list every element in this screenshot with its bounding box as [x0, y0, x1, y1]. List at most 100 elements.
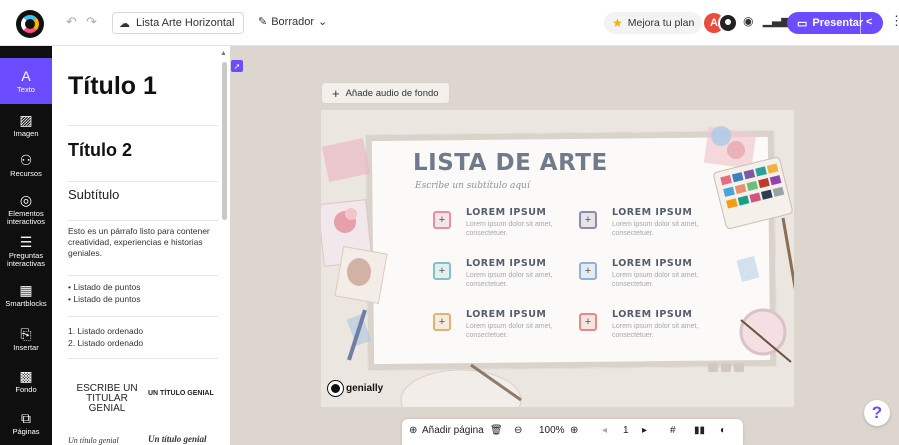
text-icon: A — [21, 68, 31, 84]
item-heading: LOREM IPSUM — [466, 207, 547, 218]
next-page-icon[interactable]: ▸ — [642, 425, 647, 436]
top-bar: ↶ ↷ ☁ Lista Arte Horizontal ✎ Borrador ⌄… — [0, 0, 899, 46]
list-item[interactable]: + LOREM IPSUM Lorem ipsum dolor sit amet… — [433, 309, 573, 345]
scrollbar[interactable] — [222, 62, 227, 220]
item-text: Lorem ipsum dolor sit amet, consectetuer… — [466, 323, 553, 339]
slide-control-icon[interactable] — [734, 363, 744, 372]
list-item[interactable]: + LOREM IPSUM Lorem ipsum dolor sit amet… — [579, 258, 719, 294]
item-text: Lorem ipsum dolor sit amet, consectetuer… — [466, 221, 553, 237]
layout-icon[interactable]: ▮▮ — [694, 425, 705, 436]
page-number: 1 — [623, 425, 629, 436]
delete-page-icon[interactable]: 🗑 — [490, 425, 503, 436]
title2-sample: Título 2 — [68, 140, 132, 160]
slide-subtitle[interactable]: Escribe un subtítulo aquí — [415, 181, 530, 191]
star-icon: ★ — [612, 16, 623, 30]
sidebar-item-texto[interactable]: A Texto — [0, 58, 52, 104]
item-heading: LOREM IPSUM — [466, 309, 547, 320]
sidebar-item-label: Insertar — [13, 343, 39, 352]
avatar-collaborator[interactable] — [718, 13, 738, 33]
divider — [860, 12, 861, 34]
grid-icon[interactable]: # — [670, 425, 676, 436]
item-box: + — [433, 313, 451, 331]
ordered-list-style[interactable]: 1. Listado ordenado 2. Listado ordenado — [68, 325, 218, 359]
genially-logo-icon — [328, 381, 343, 396]
list-item: 1. Listado ordenado — [68, 326, 144, 336]
more-menu-icon[interactable]: ⋮ — [890, 13, 899, 29]
list-item: • Listado de puntos — [68, 282, 141, 292]
sidebar-item-imagen[interactable]: ▨ Imagen — [0, 112, 52, 138]
background-icon: ▩ — [19, 368, 33, 384]
upgrade-button[interactable]: ★ Mejora tu plan — [604, 12, 703, 34]
list-item[interactable]: + LOREM IPSUM Lorem ipsum dolor sit amet… — [579, 207, 719, 243]
presentation-title-field[interactable]: ☁ Lista Arte Horizontal — [112, 12, 244, 34]
item-text: Lorem ipsum dolor sit amet, consectetuer… — [612, 323, 699, 339]
preview-eye-icon[interactable]: ◉ — [743, 14, 753, 28]
undo-icon[interactable]: ↶ — [66, 14, 77, 30]
add-page-plus-icon[interactable]: ⊕ — [409, 425, 417, 436]
sidebar-item-label: Preguntas interactivas — [7, 251, 45, 268]
text-style-thumbnail[interactable]: Un título genial — [148, 434, 207, 444]
sidebar-item-label: Páginas — [12, 427, 40, 436]
item-box: + — [433, 211, 451, 229]
sidebar-item-preguntas-interactivas[interactable]: ☰ Preguntas interactivas — [0, 234, 52, 268]
pin-panel-icon[interactable]: ➚ — [231, 60, 243, 72]
item-text: Lorem ipsum dolor sit amet, consectetuer… — [466, 272, 553, 288]
list-item[interactable]: + LOREM IPSUM Lorem ipsum dolor sit amet… — [579, 309, 719, 345]
item-box: + — [579, 313, 597, 331]
sidebar-item-insertar[interactable]: ⎘ Insertar — [0, 326, 52, 352]
slide-title[interactable]: LISTA DE ARTE — [413, 150, 608, 176]
paragraph-sample: Esto es un párrafo listo para contener c… — [68, 226, 210, 258]
help-button[interactable]: ? — [864, 400, 890, 426]
text-style-thumbnail[interactable]: ESCRIBE UN TITULAR GENIAL — [72, 384, 142, 414]
add-background-audio-button[interactable]: + Añade audio de fondo — [321, 82, 450, 104]
subtitle-style[interactable]: Subtítulo — [68, 187, 218, 221]
present-button[interactable]: ▭ Presentar < — [787, 12, 883, 34]
sidebar-item-elementos-interactivos[interactable]: ◎ Elementos interactivos — [0, 192, 52, 226]
pages-icon: ⧉ — [21, 410, 31, 426]
zoom-in-icon[interactable]: ⊕ — [570, 425, 578, 436]
present-label: Presentar — [812, 17, 864, 29]
sidebar-item-fondo[interactable]: ▩ Fondo — [0, 368, 52, 394]
slide-control-icon[interactable] — [721, 363, 731, 372]
resources-icon: ⚇ — [19, 152, 33, 168]
paragraph-style[interactable]: Esto es un párrafo listo para contener c… — [68, 226, 218, 276]
list-item[interactable]: + LOREM IPSUM Lorem ipsum dolor sit amet… — [433, 207, 573, 243]
title1-style[interactable]: Título 1 — [68, 72, 218, 126]
prev-page-icon[interactable]: ◂ — [602, 425, 607, 436]
list-item[interactable]: + LOREM IPSUM Lorem ipsum dolor sit amet… — [433, 258, 573, 294]
list-item: 2. Listado ordenado — [68, 338, 144, 348]
text-style-thumbnail[interactable]: UN TÍTULO GENIAL — [148, 390, 214, 397]
insert-icon: ⎘ — [20, 326, 32, 342]
interactive-questions-icon: ☰ — [19, 234, 33, 250]
sidebar-item-paginas[interactable]: ⧉ Páginas — [0, 410, 52, 436]
sidebar-item-label: Imagen — [13, 129, 39, 138]
redo-icon[interactable]: ↷ — [86, 14, 97, 30]
zoom-out-icon[interactable]: ⊖ — [514, 425, 522, 436]
scroll-up-arrow-icon[interactable]: ▲ — [220, 50, 227, 57]
image-icon: ▨ — [19, 112, 33, 128]
add-page-button[interactable]: Añadir página — [422, 425, 484, 436]
left-toolbar: A Texto ▨ Imagen ⚇ Recursos ◎ Elementos … — [0, 46, 52, 445]
genially-logo-icon[interactable] — [16, 10, 44, 38]
slide-control-icon[interactable] — [708, 363, 718, 372]
status-label: Borrador — [271, 15, 315, 28]
slide-controls[interactable] — [708, 363, 744, 372]
pencil-icon: ✎ — [258, 16, 268, 28]
cloud-icon: ☁ — [119, 17, 130, 30]
share-icon[interactable]: < — [866, 16, 872, 28]
sidebar-item-label: Elementos interactivos — [7, 209, 45, 226]
item-heading: LOREM IPSUM — [612, 258, 693, 269]
title1-sample: Título 1 — [68, 72, 157, 100]
theme-icon[interactable]: ◐ — [720, 425, 726, 436]
brand-label: genially — [346, 382, 384, 394]
sidebar-item-smartblocks[interactable]: ▦ Smartblocks — [0, 282, 52, 308]
text-style-thumbnail[interactable]: Un título genial — [68, 436, 119, 445]
item-heading: LOREM IPSUM — [612, 207, 693, 218]
chevron-down-icon: ⌄ — [318, 16, 328, 28]
status-dropdown[interactable]: ✎ Borrador ⌄ — [258, 15, 328, 29]
present-icon: ▭ — [797, 17, 808, 30]
title2-style[interactable]: Título 2 — [68, 140, 218, 182]
sidebar-item-recursos[interactable]: ⚇ Recursos — [0, 152, 52, 178]
bullet-list-style[interactable]: • Listado de puntos • Listado de puntos — [68, 281, 218, 317]
item-heading: LOREM IPSUM — [612, 309, 693, 320]
